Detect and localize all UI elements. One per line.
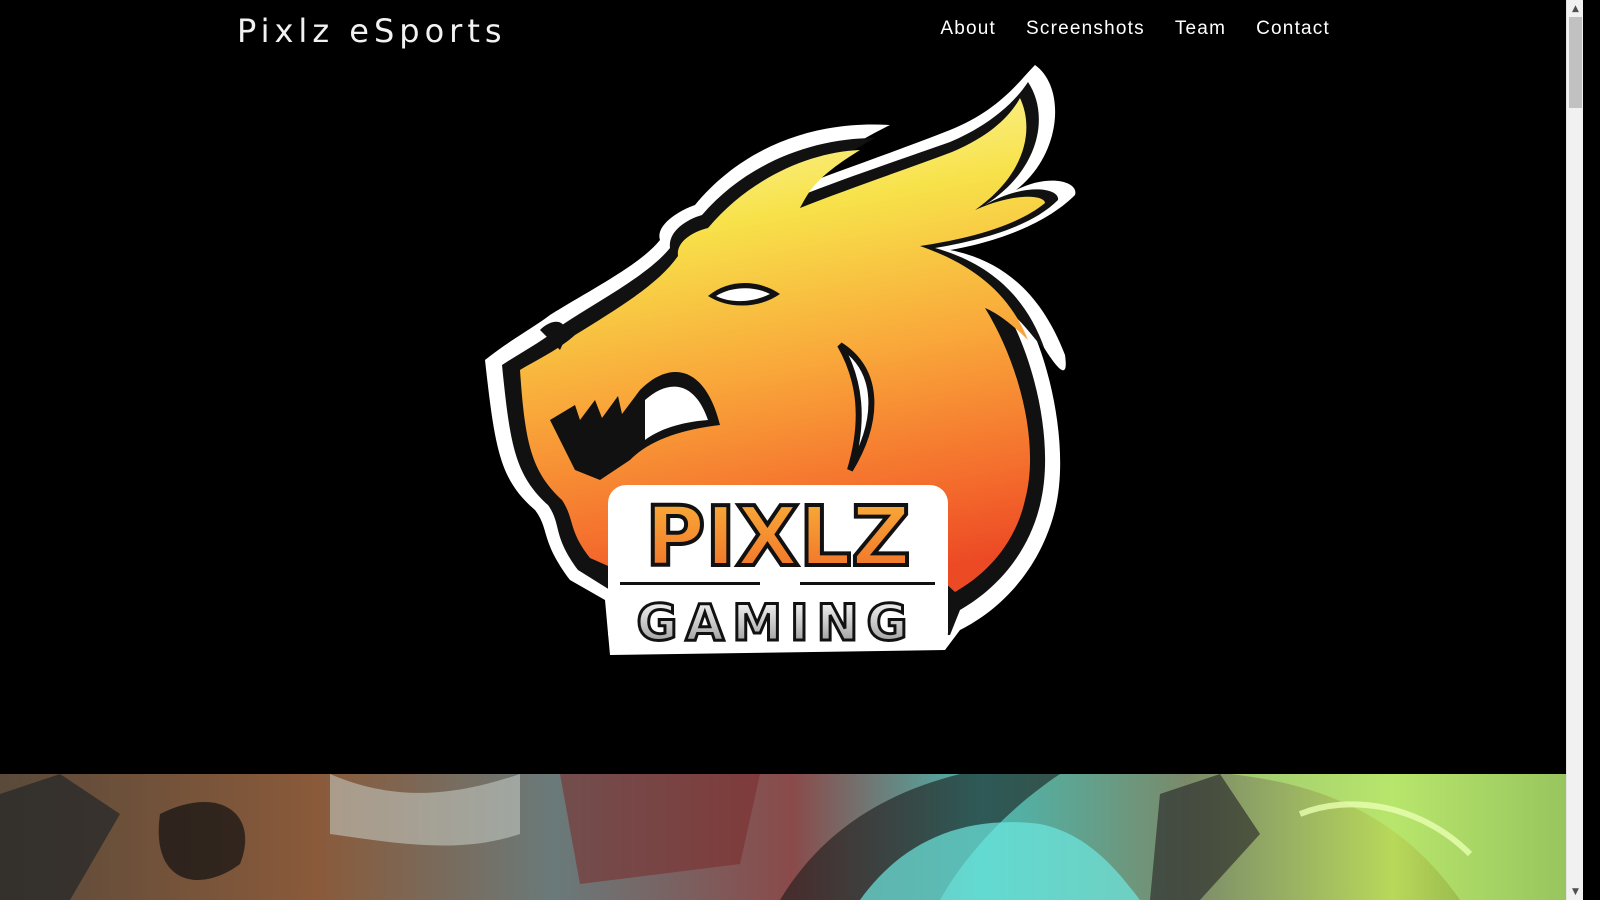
brand-link[interactable]: Pixlz eSports bbox=[237, 12, 507, 50]
scroll-down-arrow-icon[interactable]: ▼ bbox=[1567, 883, 1583, 900]
nav-item-screenshots: Screenshots bbox=[1026, 18, 1145, 40]
artwork-banner bbox=[0, 774, 1583, 900]
pixlz-gaming-logo: PIXLZ GAMING bbox=[485, 65, 1076, 655]
nav-link-contact[interactable]: Contact bbox=[1256, 18, 1330, 39]
nav-item-team: Team bbox=[1175, 18, 1226, 40]
nav-link-team[interactable]: Team bbox=[1175, 18, 1226, 39]
nav-link-screenshots[interactable]: Screenshots bbox=[1026, 18, 1145, 39]
nav-link-about[interactable]: About bbox=[940, 18, 996, 39]
vertical-scrollbar[interactable]: ▲ ▼ bbox=[1566, 0, 1583, 900]
nav-item-about: About bbox=[940, 18, 996, 40]
nav-links: About Screenshots Team Contact bbox=[940, 18, 1330, 40]
page-viewport: PIXLZ GAMING Pixlz eSports About Screens… bbox=[0, 0, 1583, 900]
nav-item-contact: Contact bbox=[1256, 18, 1330, 40]
logo-subtitle: GAMING bbox=[637, 594, 916, 652]
hero-section: PIXLZ GAMING bbox=[0, 0, 1583, 774]
logo-title: PIXLZ bbox=[645, 490, 911, 585]
top-navbar: Pixlz eSports About Screenshots Team Con… bbox=[0, 0, 1583, 64]
artwork-banner-image bbox=[0, 774, 1583, 900]
